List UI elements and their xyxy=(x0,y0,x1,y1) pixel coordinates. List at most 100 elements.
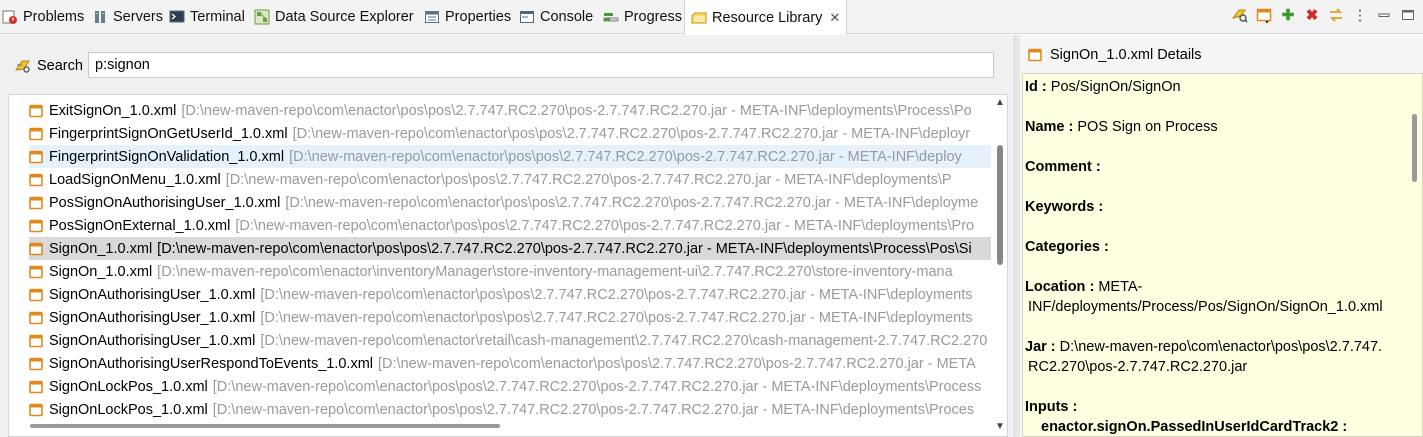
list-item[interactable]: SignOnLockPos_1.0.xml [D:\new-maven-repo\… xyxy=(29,398,991,421)
list-item[interactable]: SignOnAuthorisingUser_1.0.xml [D:\new-mav… xyxy=(29,283,991,306)
scroll-up-icon[interactable]: ▲ xyxy=(995,97,1005,108)
tab-properties[interactable]: Properties xyxy=(424,0,511,34)
details-panel: SignOn_1.0.xml Details Id : Pos/SignOn/S… xyxy=(1020,35,1423,437)
location-value-cont: INF/deployments/Process/Pos/SignOn/SignO… xyxy=(1028,299,1383,315)
tab-label: Data Source Explorer xyxy=(275,9,414,25)
tab-terminal[interactable]: Terminal xyxy=(169,0,245,34)
jar-value-cont: RC2.270\pos-2.7.747.RC2.270.jar xyxy=(1028,359,1248,375)
open-file-icon[interactable] xyxy=(1255,6,1273,24)
details-scrollbar[interactable] xyxy=(1408,74,1422,436)
file-path: [D:\new-maven-repo\com\enactor\pos\pos\2… xyxy=(378,355,976,372)
file-path: [D:\new-maven-repo\com\enactor\pos\pos\2… xyxy=(212,401,975,418)
file-name: FingerprintSignOnGetUserId_1.0.xml xyxy=(49,125,288,142)
input-item: enactor.signOn.PassedInUserIdCardTrack2 … xyxy=(1041,419,1348,435)
close-icon[interactable]: ✕ xyxy=(829,10,840,26)
vertical-scrollbar[interactable]: ▲ ▼ xyxy=(992,95,1007,436)
file-name: PosSignOnExternal_1.0.xml xyxy=(49,217,231,234)
file-name: SignOnAuthorisingUser_1.0.xml xyxy=(49,332,256,349)
remove-icon[interactable]: ✖ xyxy=(1303,6,1321,24)
file-path: [D:\new-maven-repo\com\enactor\pos\pos\2… xyxy=(292,125,971,142)
keywords-field: Keywords : xyxy=(1025,199,1104,215)
maximize-icon[interactable] xyxy=(1399,6,1417,24)
list-item[interactable]: FingerprintSignOnValidation_1.0.xml [D:\n… xyxy=(29,145,991,168)
progress-icon xyxy=(603,13,619,22)
details-scroll-thumb[interactable] xyxy=(1412,114,1417,182)
file-name: SignOnAuthorisingUser_1.0.xml xyxy=(49,286,256,303)
view-tab-bar: Problems Servers Terminal Data Source Ex… xyxy=(0,0,1423,35)
sync-icon[interactable] xyxy=(1327,6,1345,24)
add-icon[interactable]: ✚ xyxy=(1279,6,1297,24)
tab-progress[interactable]: Progress xyxy=(603,0,682,34)
file-name: SignOnAuthorisingUser_1.0.xml xyxy=(49,309,256,326)
file-name: SignOnAuthorisingUserRespondToEvents_1.0… xyxy=(49,355,374,372)
tab-data-source-explorer[interactable]: Data Source Explorer xyxy=(254,0,414,34)
details-title: SignOn_1.0.xml Details xyxy=(1050,47,1202,63)
file-path: [D:\new-maven-repo\com\enactor\pos\pos\2… xyxy=(260,286,973,303)
resource-library-icon xyxy=(691,12,707,23)
console-icon xyxy=(520,11,534,23)
tab-label: Servers xyxy=(113,9,163,25)
search-label: Search xyxy=(37,58,83,74)
file-name: SignOnLockPos_1.0.xml xyxy=(49,378,208,395)
xml-file-icon xyxy=(29,380,43,393)
search-resource-icon[interactable] xyxy=(1231,6,1249,24)
tab-problems[interactable]: Problems xyxy=(2,0,84,34)
xml-file-icon xyxy=(29,104,43,117)
file-path: [D:\new-maven-repo\com\enactor\pos\pos\2… xyxy=(285,194,979,211)
file-name: FingerprintSignOnValidation_1.0.xml xyxy=(49,148,285,165)
list-item[interactable]: FingerprintSignOnGetUserId_1.0.xml [D:\ne… xyxy=(29,122,991,145)
tab-servers[interactable]: Servers xyxy=(92,0,163,34)
xml-file-icon xyxy=(29,288,43,301)
xml-file-icon xyxy=(29,150,43,163)
tab-label: Console xyxy=(540,9,594,25)
list-item[interactable]: LoadSignOnMenu_1.0.xml [D:\new-maven-repo… xyxy=(29,168,991,191)
list-item[interactable]: ExitSignOn_1.0.xml [D:\new-maven-repo\com… xyxy=(29,99,991,122)
problems-icon xyxy=(2,10,17,24)
properties-icon xyxy=(425,11,439,23)
categories-field: Categories : xyxy=(1025,239,1109,255)
minimize-icon[interactable] xyxy=(1375,6,1393,24)
list-item[interactable]: SignOnAuthorisingUser_1.0.xml [D:\new-mav… xyxy=(29,329,991,352)
xml-file-icon xyxy=(29,173,43,186)
name-field: Name : POS Sign on Process xyxy=(1025,119,1218,135)
search-input[interactable] xyxy=(88,52,994,78)
xml-file-icon xyxy=(29,127,43,140)
file-path: [D:\new-maven-repo\com\enactor\pos\pos\2… xyxy=(289,148,962,165)
tab-label: Properties xyxy=(445,9,512,25)
file-name: SignOn_1.0.xml xyxy=(49,263,153,280)
file-path: [D:\new-maven-repo\com\enactor\pos\pos\2… xyxy=(212,378,982,395)
resource-library-panel: Search ExitSignOn_1.0.xml[D:\new-maven-r… xyxy=(0,35,1014,437)
list-item[interactable]: PosSignOnExternal_1.0.xml [D:\new-maven-r… xyxy=(29,214,991,237)
xml-file-icon xyxy=(29,242,43,255)
view-menu-icon[interactable]: ⋮ xyxy=(1351,6,1369,24)
xml-file-icon xyxy=(1028,48,1042,62)
tab-label: Resource Library xyxy=(712,9,823,26)
xml-file-icon xyxy=(29,403,43,416)
xml-file-icon xyxy=(29,311,43,324)
scroll-down-icon[interactable]: ▼ xyxy=(995,421,1005,432)
results-list: ExitSignOn_1.0.xml [D:\new-maven-repo\com… xyxy=(8,94,1008,437)
search-row: Search xyxy=(14,53,83,79)
file-path: [D:\new-maven-repo\com\enactor\pos\pos\2… xyxy=(225,171,952,188)
horizontal-scrollbar[interactable] xyxy=(30,424,500,428)
list-item[interactable]: PosSignOnAuthorisingUser_1.0.xml [D:\new-… xyxy=(29,191,991,214)
id-field: Id : Pos/SignOn/SignOn xyxy=(1025,79,1181,95)
list-item[interactable]: SignOnLockPos_1.0.xml [D:\new-maven-repo\… xyxy=(29,375,991,398)
search-icon xyxy=(14,60,30,73)
file-name: SignOn_1.0.xml xyxy=(49,240,153,257)
list-item[interactable]: SignOn_1.0.xml [D:\new-maven-repo\com\ena… xyxy=(29,237,991,260)
list-item[interactable]: SignOnAuthorisingUserRespondToEvents_1.0… xyxy=(29,352,991,375)
tab-console[interactable]: Console xyxy=(519,0,593,34)
xml-file-icon xyxy=(29,196,43,209)
file-path: [D:\new-maven-repo\com\enactor\pos\pos\2… xyxy=(235,217,975,234)
data-source-icon xyxy=(254,9,270,25)
file-name: PosSignOnAuthorisingUser_1.0.xml xyxy=(49,194,281,211)
location-field: Location : META- xyxy=(1025,279,1143,295)
servers-icon xyxy=(95,11,105,23)
scroll-thumb[interactable] xyxy=(997,145,1003,265)
tab-label: Problems xyxy=(23,9,85,25)
list-item[interactable]: SignOnAuthorisingUser_1.0.xml [D:\new-mav… xyxy=(29,306,991,329)
tab-resource-library[interactable]: Resource Library ✕ xyxy=(684,0,848,35)
view-toolbar: ✚ ✖ ⋮ xyxy=(1231,4,1417,26)
list-item[interactable]: SignOn_1.0.xml [D:\new-maven-repo\com\ena… xyxy=(29,260,991,283)
